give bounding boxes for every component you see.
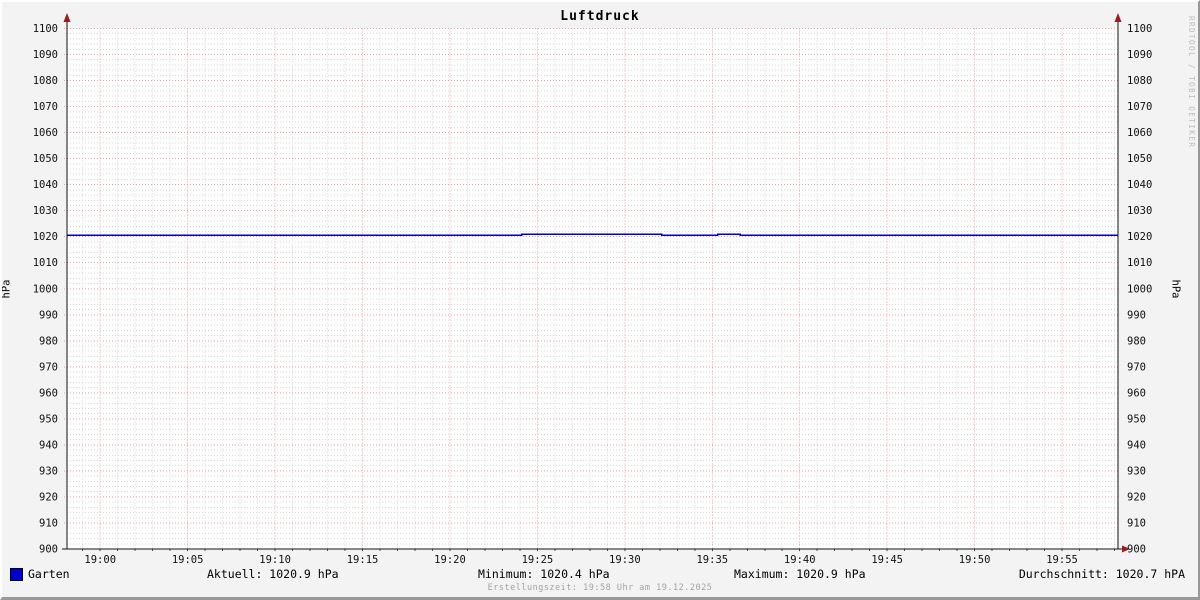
- x-tick-label: 19:20: [434, 554, 466, 566]
- y-tick-label-left: 1090: [33, 49, 58, 61]
- y-axis-arrow-left: [63, 13, 71, 22]
- y-tick-label-left: 970: [39, 361, 58, 373]
- y-tick-label-left: 1060: [33, 127, 58, 139]
- y-tick-label-right: 950: [1127, 413, 1146, 425]
- y-tick-label-right: 1100: [1127, 23, 1152, 35]
- x-tick-label: 19:05: [172, 554, 204, 566]
- y-tick-label-left: 910: [39, 517, 58, 529]
- y-tick-label-right: 1040: [1127, 179, 1152, 191]
- y-tick-label-left: 900: [39, 544, 58, 556]
- y-tick-label-left: 1100: [33, 23, 58, 35]
- y-tick-label-left: 920: [39, 491, 58, 503]
- y-tick-label-right: 1020: [1127, 231, 1152, 243]
- stat-current: Aktuell: 1020.9 hPa: [207, 567, 339, 581]
- x-tick-label: 19:10: [259, 554, 291, 566]
- legend-row: Garten Aktuell: 1020.9 hPa Minimum: 1020…: [0, 567, 1200, 582]
- y-tick-label-left: 1000: [33, 283, 58, 295]
- stat-minimum: Minimum: 1020.4 hPa: [478, 567, 610, 581]
- y-tick-label-left: 950: [39, 413, 58, 425]
- y-tick-label-right: 1050: [1127, 153, 1152, 165]
- y-tick-label-right: 1010: [1127, 257, 1152, 269]
- stat-maximum: Maximum: 1020.9 hPa: [734, 567, 866, 581]
- y-tick-label-right: 1080: [1127, 75, 1152, 87]
- y-tick-label-left: 940: [39, 439, 58, 451]
- pressure-chart: Luftdruck hPa hPa RRDTOOL / TOBI OETIKER…: [0, 0, 1200, 600]
- x-tick-label: 19:25: [522, 554, 554, 566]
- y-tick-label-right: 930: [1127, 465, 1146, 477]
- x-tick-label: 19:45: [871, 554, 903, 566]
- y-tick-label-left: 1010: [33, 257, 58, 269]
- x-tick-label: 19:15: [347, 554, 379, 566]
- y-tick-label-right: 1090: [1127, 49, 1152, 61]
- y-tick-label-right: 1030: [1127, 205, 1152, 217]
- y-tick-label-right: 970: [1127, 361, 1146, 373]
- y-axis-arrow-right: [1114, 13, 1122, 22]
- y-tick-label-left: 1040: [33, 179, 58, 191]
- y-tick-label-right: 990: [1127, 309, 1146, 321]
- x-tick-label: 19:00: [84, 554, 116, 566]
- plot-area: 900 900 910 910 920 920 930 930 940 940 950 950 960 9…: [33, 13, 1152, 566]
- series-color-swatch: [10, 568, 23, 581]
- y-tick-label-left: 930: [39, 465, 58, 477]
- series-label: Garten: [28, 567, 70, 581]
- y-tick-label-left: 1070: [33, 101, 58, 113]
- y-tick-label-right: 940: [1127, 439, 1146, 451]
- y-tick-label-right: 1070: [1127, 101, 1152, 113]
- x-tick-label: 19:35: [696, 554, 728, 566]
- stat-average: Durchschnitt: 1020.7 hPA: [1018, 567, 1185, 581]
- x-tick-label: 19:40: [784, 554, 816, 566]
- y-tick-label-left: 1080: [33, 75, 58, 87]
- y-tick-label-left: 1030: [33, 205, 58, 217]
- x-tick-label: 19:55: [1046, 554, 1078, 566]
- y-tick-label-right: 920: [1127, 491, 1146, 503]
- y-tick-label-right: 910: [1127, 517, 1146, 529]
- y-tick-label-left: 980: [39, 335, 58, 347]
- y-tick-label-left: 990: [39, 309, 58, 321]
- y-tick-label-left: 1050: [33, 153, 58, 165]
- creation-timestamp: Erstellungszeit: 19:58 Uhr am 19.12.2025: [487, 583, 713, 593]
- y-tick-label-left: 1020: [33, 231, 58, 243]
- y-tick-label-right: 1000: [1127, 283, 1152, 295]
- x-tick-label: 19:30: [609, 554, 641, 566]
- y-tick-label-right: 980: [1127, 335, 1146, 347]
- y-tick-label-right: 900: [1127, 544, 1146, 556]
- x-tick-label: 19:50: [959, 554, 991, 566]
- y-tick-label-right: 960: [1127, 387, 1146, 399]
- y-tick-label-left: 960: [39, 387, 58, 399]
- y-tick-label-right: 1060: [1127, 127, 1152, 139]
